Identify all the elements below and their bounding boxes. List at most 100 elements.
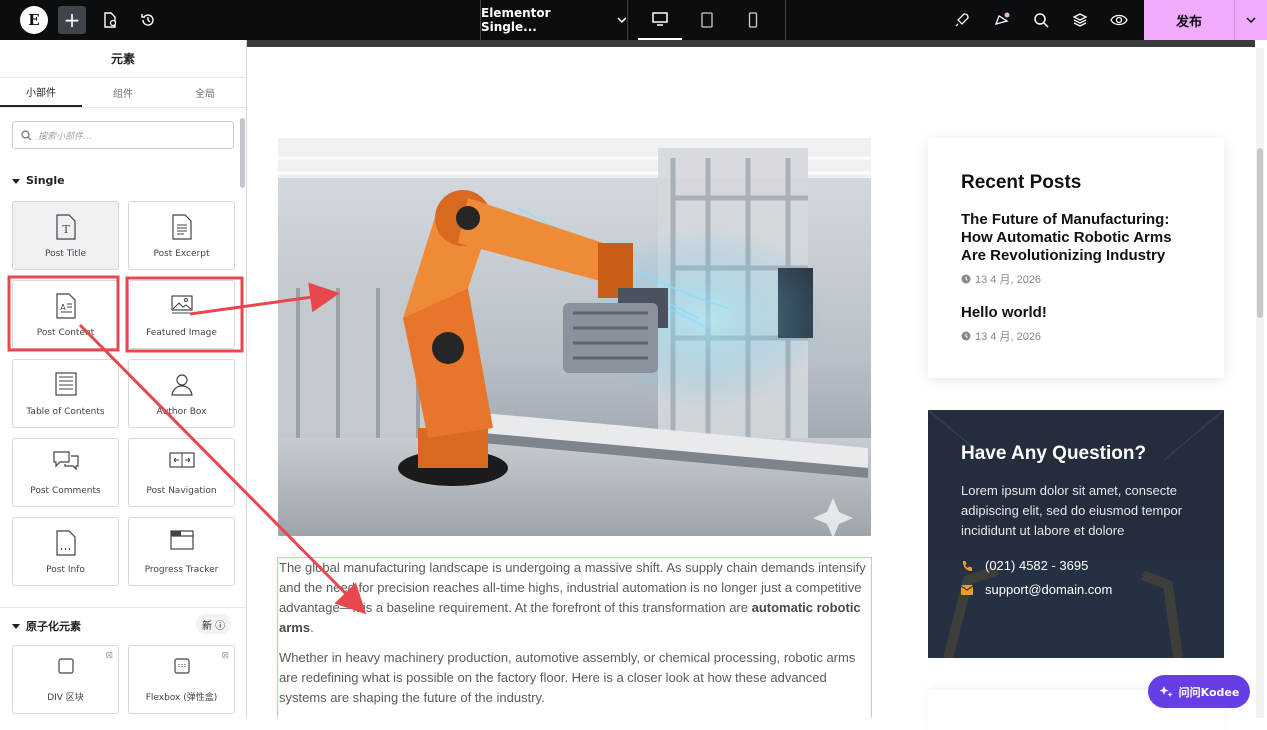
tab-components[interactable]: 组件 (82, 78, 164, 107)
widget-label: DIV 区块 (47, 693, 84, 703)
comments-icon (52, 451, 79, 471)
tablet-icon[interactable] (685, 0, 729, 40)
clock-icon (961, 274, 971, 284)
widget-featured-image[interactable]: Featured Image (128, 280, 235, 349)
single-widgets-grid: T Post Title Post Excerpt A Post Content… (12, 201, 235, 586)
widget-label: Post Content (36, 328, 95, 338)
document-title: Elementor Single... (481, 6, 551, 34)
top-bar: E + Elementor Single... 发布 (0, 0, 1267, 40)
device-switcher (628, 0, 786, 40)
author-icon (170, 374, 193, 396)
post-paragraph: The global manufacturing landscape is un… (279, 560, 866, 635)
desktop-icon[interactable] (638, 0, 682, 40)
widget-post-excerpt[interactable]: Post Excerpt (128, 201, 235, 270)
widgets-panel: 元素 小部件 组件 全局 搜索小部件... Single T Post Titl… (0, 40, 247, 718)
widget-label: Featured Image (146, 328, 217, 338)
widget-label: Table of Contents (26, 407, 105, 417)
widget-label: Post Navigation (146, 486, 217, 496)
notifications-icon[interactable] (988, 6, 1016, 34)
widget-label: Flexbox (弹性盒) (145, 693, 218, 703)
post-paragraph: Whether in heavy machinery production, a… (279, 650, 856, 705)
tab-widgets[interactable]: 小部件 (0, 78, 82, 107)
recent-post-date: 13 4 月, 2026 (961, 328, 1191, 344)
widget-label: Progress Tracker (144, 565, 219, 575)
elementor-logo[interactable]: E (20, 6, 48, 34)
question-title: Have Any Question? (961, 443, 1147, 464)
rocket-icon[interactable] (948, 6, 976, 34)
add-element-button[interactable]: + (58, 6, 86, 34)
widget-post-title[interactable]: T Post Title (12, 201, 119, 270)
email-address: support@domain.com (985, 582, 1113, 597)
widget-post-navigation[interactable]: Post Navigation (128, 438, 235, 507)
email-row[interactable]: support@domain.com (961, 582, 1191, 597)
widget-label: Post Excerpt (153, 249, 210, 259)
widget-label: Post Title (45, 249, 86, 259)
email-icon (961, 584, 973, 595)
widget-post-content[interactable]: A Post Content (12, 280, 119, 349)
widget-flexbox[interactable]: ⊠ Flexbox (弹性盒) (128, 645, 235, 714)
widget-post-info[interactable]: Post Info (12, 517, 119, 586)
phone-icon (962, 560, 972, 571)
preview-eye-icon[interactable] (1105, 6, 1133, 34)
widget-table-of-contents[interactable]: Table of Contents (12, 359, 119, 428)
post-navigation-icon (168, 452, 195, 468)
document-title-dropdown[interactable]: Elementor Single... (480, 0, 628, 40)
caret-down-icon (12, 624, 20, 629)
atomic-widgets-grid: ⊠ DIV 区块 ⊠ Flexbox (弹性盒) (12, 645, 235, 714)
publish-options-button[interactable] (1234, 0, 1267, 40)
post-content[interactable]: The global manufacturing landscape is un… (277, 557, 872, 718)
panel-scrollbar[interactable] (240, 118, 245, 188)
publish-button[interactable]: 发布 (1144, 0, 1234, 40)
panel-title: 元素 (0, 40, 246, 78)
contact-question-widget: Have Any Question? Lorem ipsum dolor sit… (928, 410, 1224, 658)
featured-image[interactable] (278, 138, 871, 536)
search-icon[interactable] (1027, 6, 1055, 34)
page-settings-icon[interactable] (96, 6, 124, 34)
recent-post-date: 13 4 月, 2026 (961, 271, 1191, 287)
phone-number: (021) 4582 - 3695 (985, 558, 1089, 573)
recent-posts-widget: Recent Posts The Future of Manufacturing… (928, 138, 1224, 378)
chevron-down-icon (1246, 17, 1256, 24)
preview-canvas: The global manufacturing landscape is un… (247, 40, 1267, 730)
canvas-scrollbar[interactable] (1256, 48, 1264, 718)
history-icon[interactable] (134, 6, 162, 34)
widget-progress-tracker[interactable]: Progress Tracker (128, 517, 235, 586)
ask-kodee-button[interactable]: 问问Kodee (1148, 675, 1250, 708)
widget-label: Author Box (156, 407, 207, 417)
recent-post-item[interactable]: The Future of Manufacturing: How Automat… (961, 211, 1191, 287)
widget-search-input[interactable]: 搜索小部件... (12, 121, 234, 149)
layers-icon[interactable] (1066, 6, 1094, 34)
recent-post-title[interactable]: Hello world! (961, 304, 1191, 322)
clock-icon (961, 331, 971, 341)
category-atomic-header[interactable]: 原子化元素 (0, 618, 81, 634)
header-image-strip (247, 40, 1255, 47)
phone-row[interactable]: (021) 4582 - 3695 (961, 558, 1191, 573)
pro-icon: ⊠ (221, 651, 229, 661)
chevron-down-icon (617, 17, 627, 23)
recent-posts-title: Recent Posts (961, 172, 1082, 193)
pro-icon: ⊠ (105, 651, 113, 661)
search-icon (21, 129, 32, 140)
image-icon (170, 295, 193, 314)
div-block-icon (57, 658, 74, 674)
recent-post-item[interactable]: Hello world! 13 4 月, 2026 (961, 304, 1191, 344)
question-description: Lorem ipsum dolor sit amet, consecte adi… (961, 483, 1183, 538)
category-atomic-label: 原子化元素 (26, 620, 81, 633)
widget-author-box[interactable]: Author Box (128, 359, 235, 428)
widget-div-block[interactable]: ⊠ DIV 区块 (12, 645, 119, 714)
post-excerpt-icon (171, 214, 192, 240)
post-title-icon: T (55, 214, 76, 240)
flexbox-icon (173, 658, 190, 674)
sparkle-icon (1159, 685, 1173, 697)
svg-text:A: A (60, 303, 66, 312)
tab-global[interactable]: 全局 (164, 78, 246, 107)
ask-kodee-label: 问问Kodee (1178, 685, 1240, 699)
widget-label: Post Info (46, 565, 85, 575)
category-single-header[interactable]: Single (0, 174, 65, 187)
search-placeholder: 搜索小部件... (38, 131, 92, 142)
progress-tracker-icon (169, 530, 194, 550)
mobile-icon[interactable] (731, 0, 775, 40)
widget-post-comments[interactable]: Post Comments (12, 438, 119, 507)
new-badge[interactable]: 新 ⓘ (196, 614, 232, 634)
recent-post-title[interactable]: The Future of Manufacturing: How Automat… (961, 211, 1191, 265)
